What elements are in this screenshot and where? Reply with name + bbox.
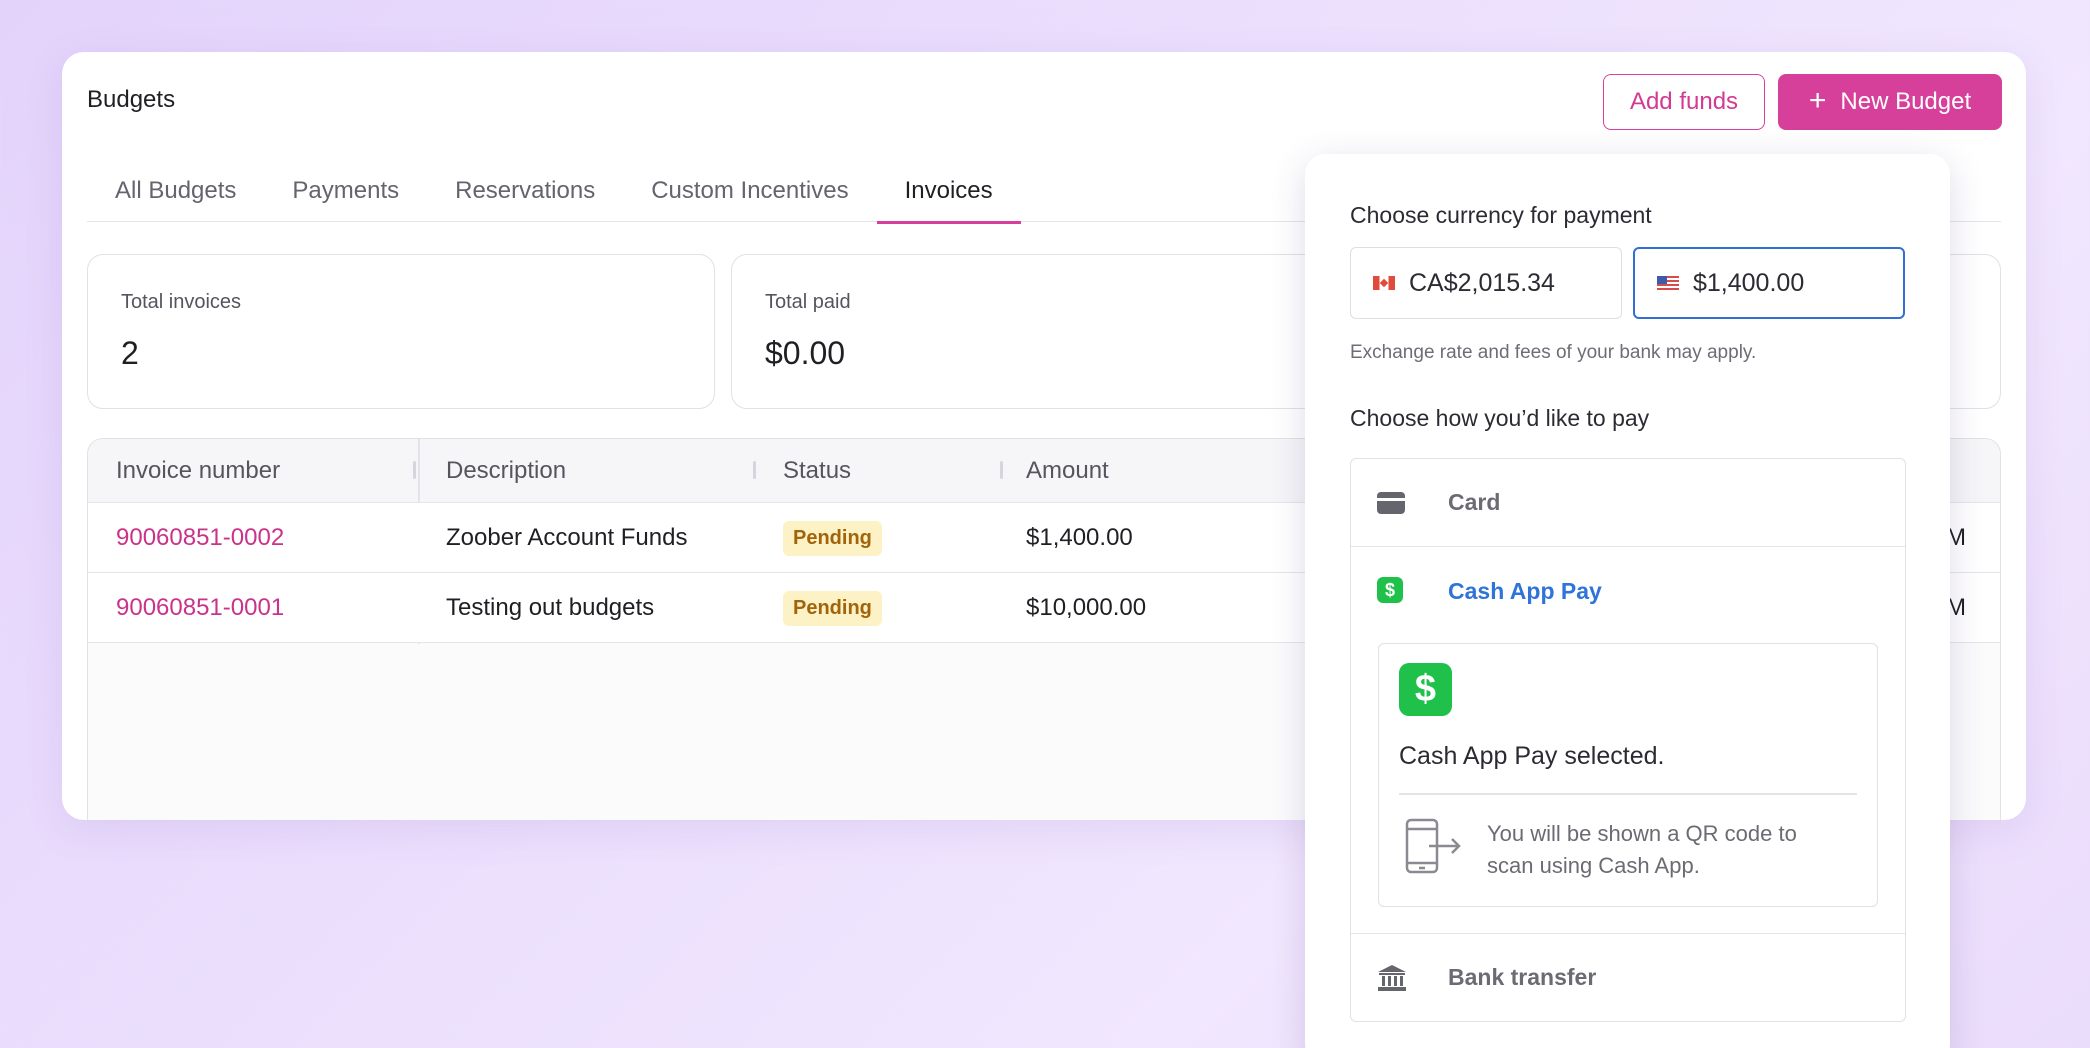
canada-flag-icon	[1373, 276, 1395, 290]
invoice-number-link[interactable]: 90060851-0001	[116, 573, 284, 643]
column-header-invoice-number[interactable]: Invoice number	[116, 439, 418, 503]
payment-method-heading: Choose how you’d like to pay	[1350, 405, 1650, 431]
invoice-description: Zoober Account Funds	[446, 524, 688, 551]
payment-method-bank-transfer[interactable]: Bank transfer	[1351, 933, 1905, 1021]
tab-reservations[interactable]: Reservations	[427, 170, 623, 222]
currency-option-usd[interactable]: $1,400.00	[1633, 247, 1905, 319]
method-label: Cash App Pay	[1448, 577, 1602, 604]
exchange-rate-note: Exchange rate and fees of your bank may …	[1350, 342, 1757, 363]
stat-value: 2	[121, 335, 139, 371]
column-header-description[interactable]: Description	[446, 439, 756, 503]
tab-all-budgets[interactable]: All Budgets	[87, 170, 264, 222]
status-cell: Pending	[783, 573, 882, 643]
cash-app-details: $ Cash App Pay selected. You will be sho…	[1378, 643, 1878, 907]
column-header-amount[interactable]: Amount	[1026, 439, 1326, 503]
add-funds-button[interactable]: Add funds	[1603, 74, 1765, 130]
bank-icon	[1378, 965, 1406, 991]
invoice-number-link[interactable]: 90060851-0002	[116, 503, 284, 573]
us-flag-icon	[1657, 276, 1679, 290]
method-label: Card	[1448, 489, 1501, 515]
currency-option-cad[interactable]: CA$2,015.34	[1350, 247, 1622, 319]
currency-value: CA$2,015.34	[1409, 268, 1555, 297]
new-budget-button[interactable]: + New Budget	[1778, 74, 2002, 130]
payment-method-cash-app[interactable]: $ Cash App Pay	[1351, 547, 1905, 635]
status-badge: Pending	[783, 520, 882, 556]
phone-redirect-icon	[1405, 818, 1461, 874]
stat-card-total-invoices: Total invoices 2	[87, 254, 715, 409]
cash-app-logo-icon: $	[1399, 663, 1452, 716]
status-cell: Pending	[783, 503, 882, 573]
cash-app-icon: $	[1377, 577, 1403, 603]
new-budget-label: New Budget	[1840, 88, 1972, 115]
stat-label: Total paid	[765, 291, 851, 313]
currency-heading: Choose currency for payment	[1350, 202, 1652, 228]
stat-label: Total invoices	[121, 291, 242, 313]
tab-invoices[interactable]: Invoices	[876, 170, 1021, 224]
stat-value: $0.00	[765, 335, 846, 371]
status-badge: Pending	[783, 590, 882, 626]
currency-value: $1,400.00	[1693, 268, 1805, 297]
invoice-description: Testing out budgets	[446, 594, 655, 621]
payment-method-card[interactable]: Card	[1351, 459, 1905, 547]
column-header-status[interactable]: Status	[783, 439, 1003, 503]
payment-methods-list: Card $ Cash App Pay $ Cash App Pay selec…	[1350, 458, 1906, 1022]
cash-app-selected-text: Cash App Pay selected.	[1399, 742, 1665, 770]
invoice-amount: $1,400.00	[1026, 524, 1133, 551]
invoice-amount: $10,000.00	[1026, 594, 1147, 621]
tab-payments[interactable]: Payments	[264, 170, 427, 222]
page-title: Budgets	[87, 86, 176, 113]
cash-app-description: You will be shown a QR code to scan usin…	[1487, 821, 1797, 878]
credit-card-icon	[1377, 492, 1405, 514]
plus-icon: +	[1808, 83, 1827, 117]
tab-custom-incentives[interactable]: Custom Incentives	[623, 170, 876, 222]
divider	[1399, 793, 1857, 795]
payment-popover: Choose currency for payment CA$2,015.34 …	[1305, 154, 1950, 1048]
method-label: Bank transfer	[1448, 964, 1597, 990]
